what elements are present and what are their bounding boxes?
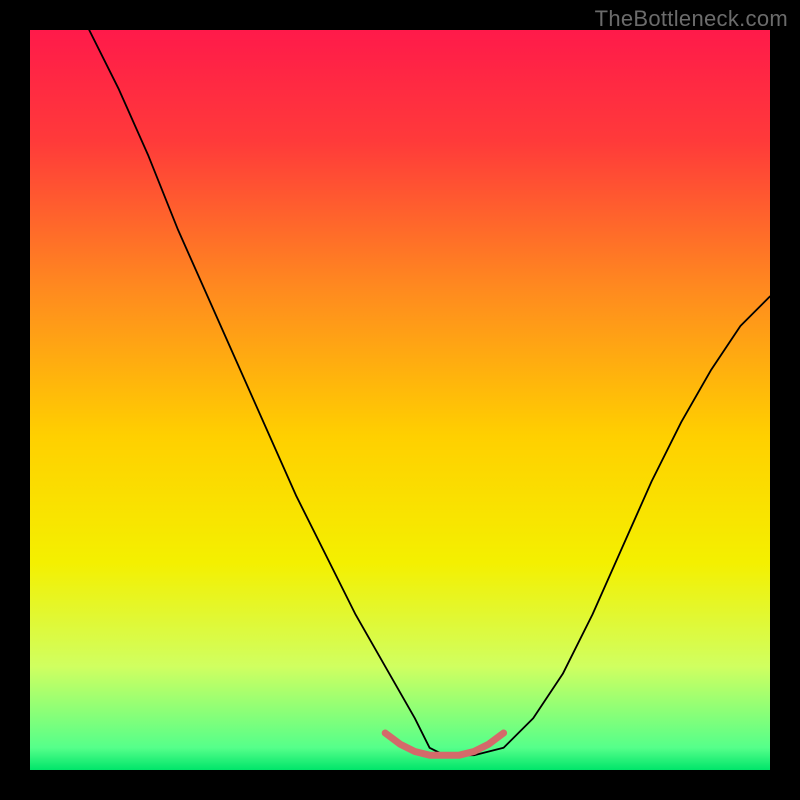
- watermark-text: TheBottleneck.com: [595, 6, 788, 32]
- bottleneck-chart: [30, 30, 770, 770]
- chart-stage: TheBottleneck.com: [0, 0, 800, 800]
